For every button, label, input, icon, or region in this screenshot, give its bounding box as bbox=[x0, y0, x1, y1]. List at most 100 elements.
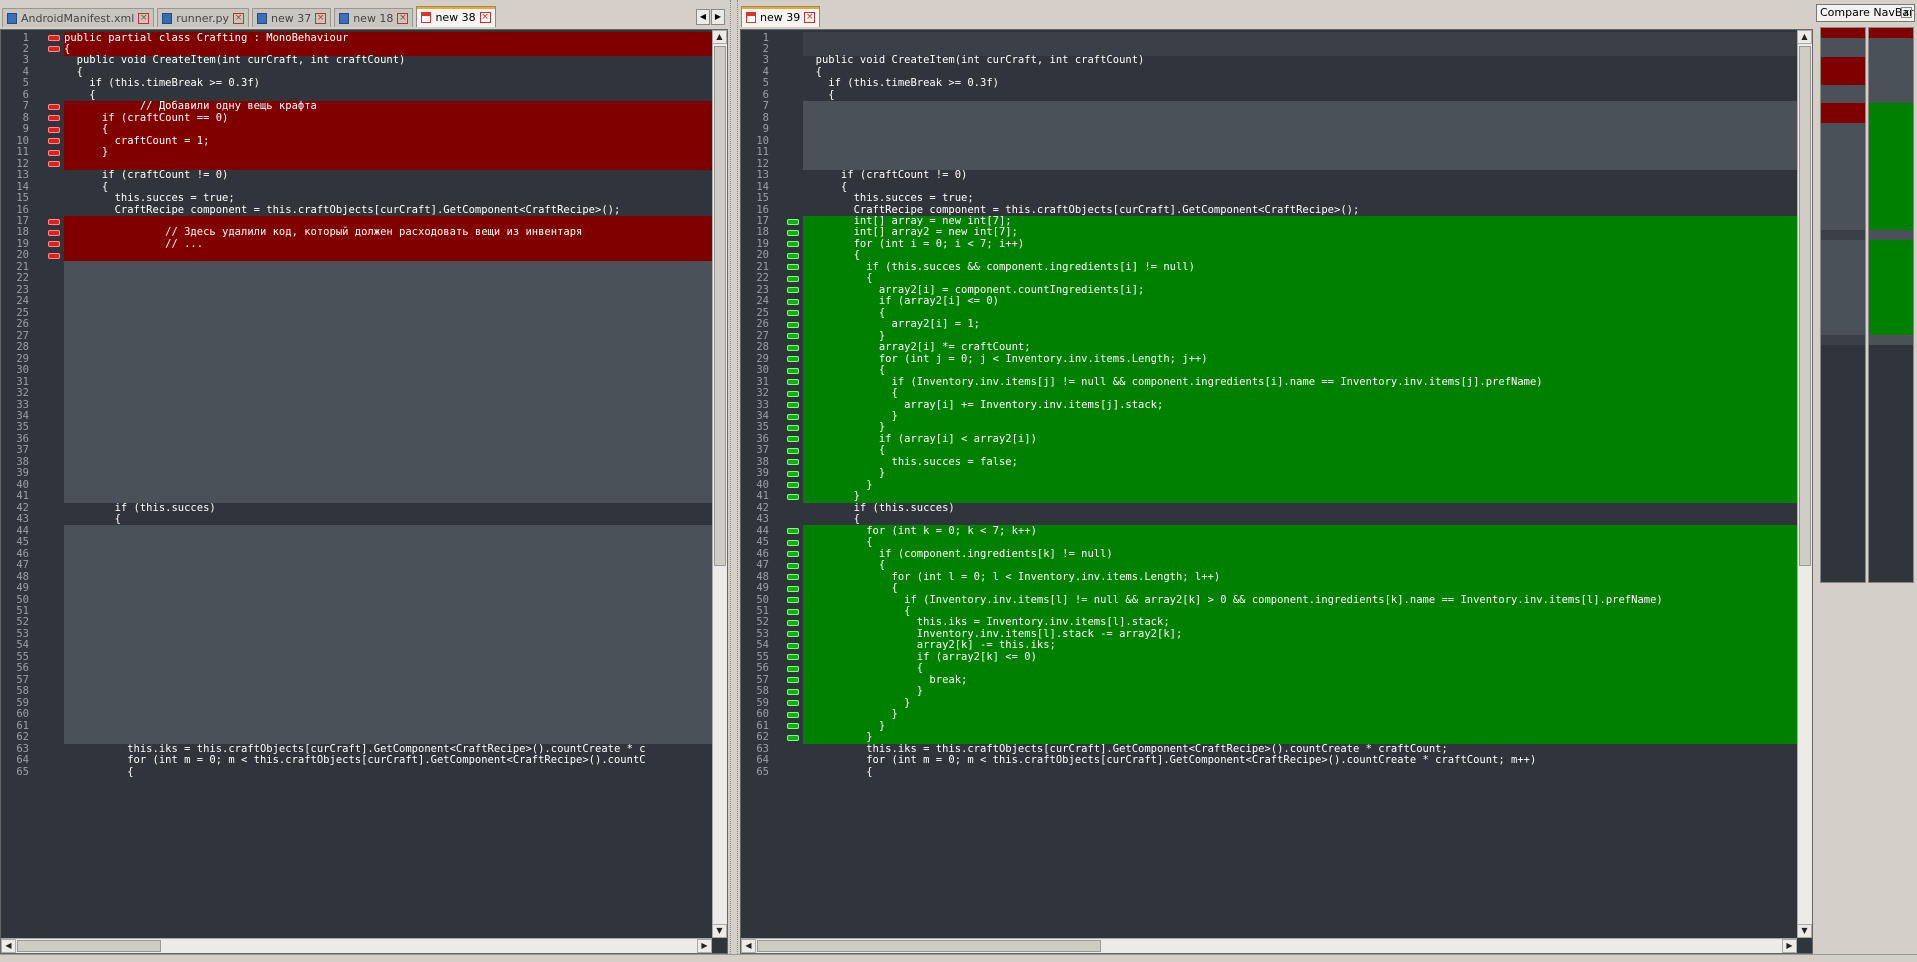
plus-icon bbox=[787, 241, 799, 248]
right-arrow-icon[interactable]: ▶ bbox=[1782, 939, 1797, 953]
plus-icon bbox=[787, 321, 799, 328]
close-icon[interactable]: × bbox=[804, 11, 816, 23]
up-arrow-icon[interactable]: ▲ bbox=[1797, 30, 1812, 44]
right-arrow-icon[interactable]: ▶ bbox=[697, 939, 712, 953]
tab-new-18[interactable]: new 18 × bbox=[334, 8, 414, 27]
moved-gap-band bbox=[64, 708, 712, 721]
down-arrow-icon[interactable]: ▼ bbox=[1797, 924, 1812, 938]
plus-icon bbox=[787, 459, 799, 466]
right-hscroll-thumb[interactable] bbox=[757, 940, 1101, 952]
navbar-diff-segment bbox=[1869, 28, 1913, 38]
right-code-area[interactable]: 123 public void CreateItem(int curCraft,… bbox=[741, 30, 1797, 938]
moved-gap-band bbox=[803, 146, 1797, 159]
minus-icon bbox=[48, 103, 60, 110]
minus-icon bbox=[48, 229, 60, 236]
left-code-area[interactable]: 1 public partial class Crafting : MonoBeh… bbox=[1, 30, 712, 938]
navbar-diff-segment bbox=[1821, 28, 1865, 38]
down-arrow-icon[interactable]: ▼ bbox=[712, 924, 727, 938]
tab-scroll-right-button[interactable]: ▶ bbox=[711, 9, 725, 25]
moved-gap-band bbox=[64, 433, 712, 446]
plus-icon bbox=[787, 252, 799, 259]
tab-label: new 38 bbox=[435, 10, 476, 24]
left-horizontal-scrollbar[interactable]: ◀ ▶ bbox=[1, 938, 712, 953]
tab-label: new 39 bbox=[760, 10, 801, 24]
moved-gap-band bbox=[803, 32, 1797, 45]
navbar-diff-segment bbox=[1821, 103, 1865, 123]
plus-icon bbox=[787, 665, 799, 672]
navbar-diff-segment bbox=[1821, 240, 1865, 335]
tab-label: runner.py bbox=[176, 11, 229, 25]
plus-icon bbox=[787, 229, 799, 236]
close-icon[interactable]: × bbox=[138, 12, 150, 24]
moved-gap-band bbox=[64, 720, 712, 733]
right-horizontal-scrollbar[interactable]: ◀ ▶ bbox=[741, 938, 1797, 953]
editor-pane-left[interactable]: 1 public partial class Crafting : MonoBeh… bbox=[0, 29, 728, 954]
left-arrow-icon[interactable]: ◀ bbox=[741, 939, 756, 953]
plus-icon bbox=[787, 619, 799, 626]
plus-icon bbox=[787, 436, 799, 443]
tab-new-38[interactable]: new 38 × bbox=[416, 6, 496, 27]
tab-label: AndroidManifest.xml bbox=[21, 11, 135, 25]
left-hscroll-thumb[interactable] bbox=[17, 940, 161, 952]
tab-new-39[interactable]: new 39 × bbox=[741, 6, 821, 27]
left-vscroll-thumb[interactable] bbox=[714, 46, 726, 566]
close-icon[interactable]: × bbox=[397, 12, 409, 24]
up-arrow-icon[interactable]: ▲ bbox=[712, 30, 727, 44]
code-line: { bbox=[803, 88, 835, 101]
code-line: } bbox=[64, 146, 109, 159]
plus-icon bbox=[787, 390, 799, 397]
close-icon[interactable]: x bbox=[1901, 7, 1912, 18]
plus-icon bbox=[787, 551, 799, 558]
plus-icon bbox=[787, 493, 799, 500]
close-icon[interactable]: × bbox=[232, 12, 244, 24]
line-number: 65 bbox=[756, 765, 769, 778]
pane-splitter[interactable] bbox=[730, 0, 738, 962]
close-icon[interactable]: × bbox=[479, 11, 491, 23]
plus-icon bbox=[787, 528, 799, 535]
navbar-diff-segment bbox=[1821, 335, 1865, 345]
navbar-left-map[interactable] bbox=[1820, 27, 1866, 583]
deleted-line-band bbox=[64, 249, 712, 262]
left-vertical-scrollbar[interactable]: ▲ ▼ bbox=[712, 30, 727, 938]
code-line: { bbox=[64, 765, 134, 778]
python-file-icon bbox=[162, 12, 173, 24]
close-icon[interactable]: × bbox=[315, 12, 327, 24]
tab-androidmanifest-xml[interactable]: AndroidManifest.xml × bbox=[2, 8, 155, 27]
right-vertical-scrollbar[interactable]: ▲ ▼ bbox=[1797, 30, 1812, 938]
plus-icon bbox=[787, 275, 799, 282]
moved-gap-band bbox=[64, 685, 712, 698]
minus-icon bbox=[48, 115, 60, 122]
tab-label: new 37 bbox=[270, 11, 312, 25]
right-vscroll-thumb[interactable] bbox=[1799, 46, 1811, 566]
plus-icon bbox=[787, 287, 799, 294]
plus-icon bbox=[787, 379, 799, 386]
tab-scroll-left-button[interactable]: ◀ bbox=[696, 9, 710, 25]
moved-gap-band bbox=[64, 536, 712, 549]
moved-gap-band bbox=[64, 559, 712, 572]
moved-gap-band bbox=[64, 330, 712, 343]
navbar-right-map[interactable] bbox=[1868, 27, 1914, 583]
plus-icon bbox=[787, 356, 799, 363]
minus-icon bbox=[48, 46, 60, 53]
moved-gap-band bbox=[803, 112, 1797, 125]
tab-new-37[interactable]: new 37 × bbox=[251, 8, 332, 27]
moved-gap-band bbox=[64, 467, 712, 480]
moved-gap-band bbox=[64, 284, 712, 297]
plus-icon bbox=[787, 574, 799, 581]
plus-icon bbox=[787, 642, 799, 649]
editor-pane-right[interactable]: 123 public void CreateItem(int curCraft,… bbox=[740, 29, 1813, 954]
moved-gap-band bbox=[64, 674, 712, 687]
moved-gap-band bbox=[64, 582, 712, 595]
moved-gap-band bbox=[64, 387, 712, 400]
tab-runner-py[interactable]: runner.py × bbox=[157, 8, 249, 27]
code-line: // ... bbox=[64, 237, 204, 250]
tabbar-left: AndroidManifest.xml × runner.py × new 37 × new… bbox=[2, 6, 499, 27]
minus-icon bbox=[48, 126, 60, 133]
left-arrow-icon[interactable]: ◀ bbox=[1, 939, 16, 953]
plus-icon bbox=[787, 711, 799, 718]
plus-icon bbox=[787, 700, 799, 707]
plus-icon bbox=[787, 333, 799, 340]
moved-gap-band bbox=[64, 605, 712, 618]
navbar-diff-segment bbox=[1821, 230, 1865, 240]
plus-icon bbox=[787, 298, 799, 305]
